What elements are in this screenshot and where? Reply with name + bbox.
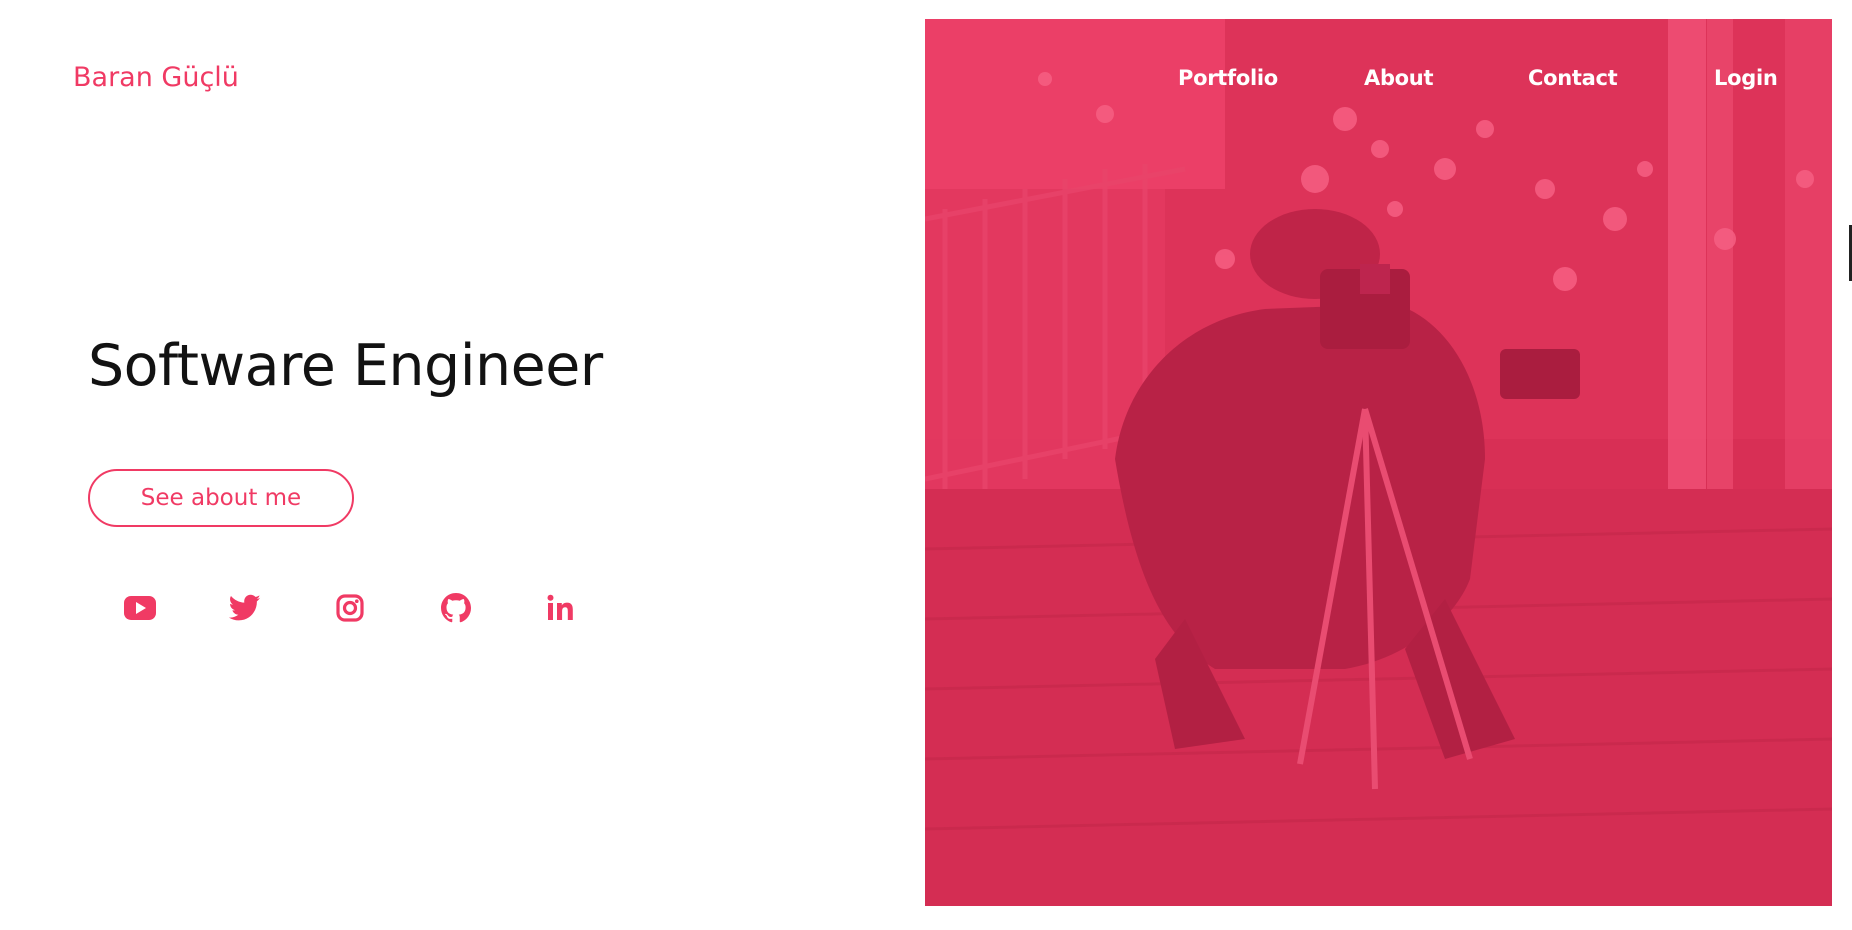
page: Baran Güçlü Software Engineer See about … [0, 0, 1852, 930]
instagram-link[interactable] [330, 588, 370, 628]
see-about-me-button[interactable]: See about me [88, 469, 354, 527]
main-nav: Portfolio About Contact Login [0, 66, 1852, 96]
youtube-icon [123, 595, 157, 621]
hero-title: Software Engineer [88, 333, 603, 399]
nav-item-contact[interactable]: Contact [1528, 66, 1618, 90]
nav-item-about[interactable]: About [1364, 66, 1434, 90]
hero-image [925, 19, 1832, 906]
github-link[interactable] [436, 588, 476, 628]
linkedin-icon [547, 594, 575, 622]
linkedin-link[interactable] [541, 588, 581, 628]
photographer-with-camera-tripod-image [925, 19, 1832, 906]
twitter-link[interactable] [225, 588, 265, 628]
github-icon [441, 593, 471, 623]
instagram-icon [336, 594, 364, 622]
nav-item-login[interactable]: Login [1714, 66, 1778, 90]
nav-item-portfolio[interactable]: Portfolio [1178, 66, 1278, 90]
youtube-link[interactable] [120, 588, 160, 628]
twitter-icon [229, 594, 261, 622]
